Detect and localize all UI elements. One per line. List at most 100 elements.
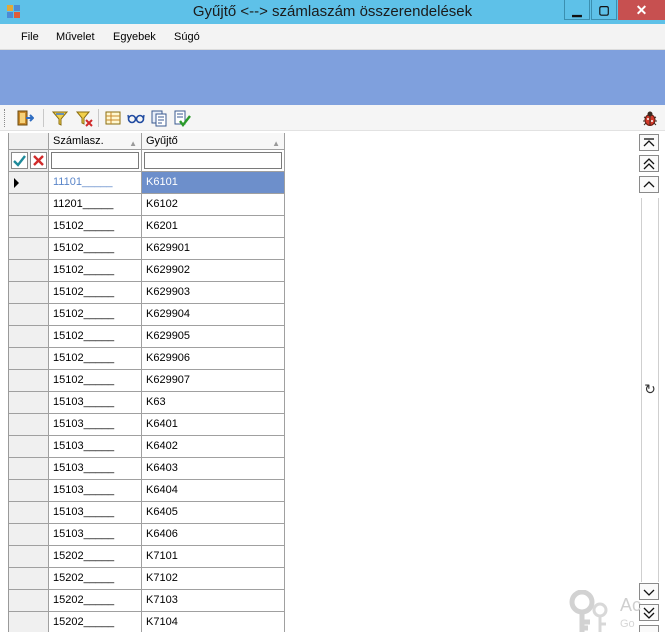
row-header[interactable] xyxy=(9,480,49,502)
cell-szamla[interactable]: 15102_____ xyxy=(49,282,142,304)
table-row[interactable]: 11101_____ K6101 xyxy=(9,172,285,194)
cancel-filter-icon[interactable] xyxy=(30,152,47,169)
refresh-icon[interactable]: ↻ xyxy=(641,380,659,398)
table-row[interactable]: 15202_____ K7103 xyxy=(9,590,285,612)
table-row[interactable]: 15103_____ K6404 xyxy=(9,480,285,502)
row-header[interactable] xyxy=(9,436,49,458)
cell-gyujto[interactable]: K629903 xyxy=(142,282,285,304)
cell-szamla[interactable]: 15102_____ xyxy=(49,348,142,370)
cell-gyujto[interactable]: K6102 xyxy=(142,194,285,216)
row-header[interactable] xyxy=(9,524,49,546)
table-row[interactable]: 15103_____ K63 xyxy=(9,392,285,414)
column-header-szamla[interactable]: Számlasz. ▲ xyxy=(49,133,142,150)
menu-muvelet[interactable]: Művelet xyxy=(56,31,95,43)
row-header[interactable] xyxy=(9,568,49,590)
table-row[interactable]: 15103_____ K6403 xyxy=(9,458,285,480)
row-header[interactable] xyxy=(9,392,49,414)
menu-egyebek[interactable]: Egyebek xyxy=(113,31,156,43)
cell-szamla[interactable]: 11101_____ xyxy=(49,172,142,194)
cell-szamla[interactable]: 15102_____ xyxy=(49,238,142,260)
table-row[interactable]: 15102_____ K629906 xyxy=(9,348,285,370)
cell-gyujto[interactable]: K6403 xyxy=(142,458,285,480)
cell-gyujto[interactable]: K629906 xyxy=(142,348,285,370)
table-row[interactable]: 15103_____ K6402 xyxy=(9,436,285,458)
row-header[interactable] xyxy=(9,414,49,436)
cell-szamla[interactable]: 15202_____ xyxy=(49,612,142,632)
table-row[interactable]: 15103_____ K6401 xyxy=(9,414,285,436)
scroll-up-button[interactable] xyxy=(639,176,659,193)
cell-szamla[interactable]: 15103_____ xyxy=(49,502,142,524)
minimize-button[interactable]: ▁ xyxy=(564,0,590,20)
row-header[interactable] xyxy=(9,326,49,348)
table-row[interactable]: 15103_____ K6406 xyxy=(9,524,285,546)
row-header[interactable] xyxy=(9,370,49,392)
row-header[interactable] xyxy=(9,348,49,370)
column-header-gyujto[interactable]: Gyűjtő ▲ xyxy=(142,133,285,150)
cell-szamla[interactable]: 15102_____ xyxy=(49,370,142,392)
glasses-icon[interactable] xyxy=(126,108,146,128)
clear-filter-icon[interactable] xyxy=(74,108,94,128)
cell-gyujto[interactable]: K629901 xyxy=(142,238,285,260)
exit-icon[interactable] xyxy=(15,108,35,128)
table-row[interactable]: 15102_____ K6201 xyxy=(9,216,285,238)
cell-szamla[interactable]: 15202_____ xyxy=(49,568,142,590)
row-header[interactable] xyxy=(9,612,49,632)
row-header[interactable] xyxy=(9,458,49,480)
cell-szamla[interactable]: 15202_____ xyxy=(49,546,142,568)
cell-gyujto[interactable]: K629904 xyxy=(142,304,285,326)
cell-gyujto[interactable]: K6201 xyxy=(142,216,285,238)
cell-gyujto[interactable]: K6402 xyxy=(142,436,285,458)
first-record-button[interactable] xyxy=(639,134,659,151)
cell-gyujto[interactable]: K6406 xyxy=(142,524,285,546)
cell-szamla[interactable]: 15102_____ xyxy=(49,326,142,348)
cell-szamla[interactable]: 15103_____ xyxy=(49,414,142,436)
cell-szamla[interactable]: 15103_____ xyxy=(49,524,142,546)
row-header[interactable] xyxy=(9,304,49,326)
cell-szamla[interactable]: 15103_____ xyxy=(49,458,142,480)
maximize-button[interactable]: ▢ xyxy=(591,0,617,20)
cell-gyujto[interactable]: K6401 xyxy=(142,414,285,436)
cell-gyujto[interactable]: K7102 xyxy=(142,568,285,590)
cell-szamla[interactable]: 15102_____ xyxy=(49,260,142,282)
cell-gyujto[interactable]: K6404 xyxy=(142,480,285,502)
table-row[interactable]: 15202_____ K7102 xyxy=(9,568,285,590)
row-header[interactable] xyxy=(9,546,49,568)
table-row[interactable]: 15102_____ K629902 xyxy=(9,260,285,282)
filter-input-szamla[interactable] xyxy=(51,152,139,169)
toolbar-grip[interactable] xyxy=(4,109,7,127)
row-header[interactable] xyxy=(9,194,49,216)
table-row[interactable]: 11201_____ K6102 xyxy=(9,194,285,216)
filter-icon[interactable] xyxy=(50,108,70,128)
row-header[interactable] xyxy=(9,282,49,304)
cell-szamla[interactable]: 15103_____ xyxy=(49,480,142,502)
table-row[interactable]: 15202_____ K7101 xyxy=(9,546,285,568)
table-row[interactable]: 15102_____ K629904 xyxy=(9,304,285,326)
approve-icon[interactable] xyxy=(172,108,192,128)
cell-gyujto[interactable]: K63 xyxy=(142,392,285,414)
table-row[interactable]: 15103_____ K6405 xyxy=(9,502,285,524)
table-icon[interactable] xyxy=(103,108,123,128)
row-header[interactable] xyxy=(9,238,49,260)
cell-szamla[interactable]: 15103_____ xyxy=(49,392,142,414)
close-button[interactable]: ✕ xyxy=(618,0,665,20)
apply-filter-icon[interactable] xyxy=(11,152,28,169)
cell-gyujto[interactable]: K629902 xyxy=(142,260,285,282)
row-header[interactable] xyxy=(9,260,49,282)
table-row[interactable]: 15102_____ K629901 xyxy=(9,238,285,260)
row-header[interactable] xyxy=(9,590,49,612)
row-header[interactable] xyxy=(9,502,49,524)
cell-szamla[interactable]: 15103_____ xyxy=(49,436,142,458)
cell-gyujto[interactable]: K6101 xyxy=(142,172,285,194)
row-header[interactable] xyxy=(9,172,49,194)
cell-szamla[interactable]: 15102_____ xyxy=(49,304,142,326)
table-row[interactable]: 15202_____ K7104 xyxy=(9,612,285,632)
filter-input-gyujto[interactable] xyxy=(144,152,282,169)
page-up-button[interactable] xyxy=(639,155,659,172)
copy-icon[interactable] xyxy=(149,108,169,128)
cell-szamla[interactable]: 15102_____ xyxy=(49,216,142,238)
menu-file[interactable]: File xyxy=(21,31,39,43)
cell-gyujto[interactable]: K629905 xyxy=(142,326,285,348)
cell-gyujto[interactable]: K629907 xyxy=(142,370,285,392)
table-row[interactable]: 15102_____ K629905 xyxy=(9,326,285,348)
bug-icon[interactable] xyxy=(640,108,660,128)
